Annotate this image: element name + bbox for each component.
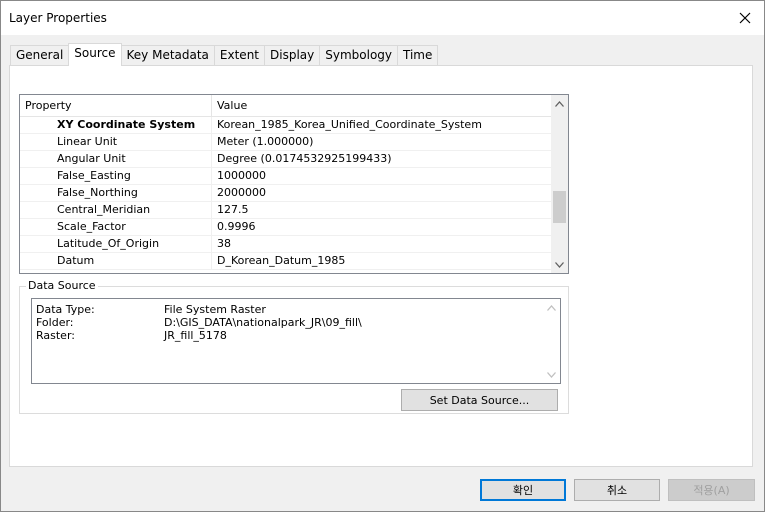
value-column-header[interactable]: Value <box>212 95 551 116</box>
property-value-cell: 127.5 <box>217 203 249 216</box>
ds-scroll-up-button[interactable] <box>543 299 560 316</box>
chevron-down-icon <box>555 261 564 268</box>
table-row[interactable]: XY Coordinate System Korean_1985_Korea_Un… <box>20 117 551 134</box>
property-name-cell: Angular Unit <box>20 151 212 167</box>
raster-value: JR_fill_5178 <box>164 329 227 342</box>
source-tab-panel: Property Value XY Coordinate System Korea… <box>9 65 753 467</box>
tab-display[interactable]: Display <box>264 45 321 66</box>
table-row[interactable]: False_Easting 1000000 <box>20 168 551 185</box>
folder-value: D:\GIS_DATA\nationalpark_JR\09_fill\ <box>164 316 362 329</box>
chevron-up-icon <box>547 304 556 311</box>
property-value-cell: 0.9996 <box>217 220 256 233</box>
chevron-up-icon <box>555 100 564 107</box>
property-grid[interactable]: Property Value XY Coordinate System Korea… <box>19 94 569 274</box>
ds-scroll-down-button[interactable] <box>543 366 560 383</box>
table-row[interactable]: Scale_Factor 0.9996 <box>20 219 551 236</box>
property-column-header[interactable]: Property <box>20 95 212 116</box>
property-value-cell: Meter (1.000000) <box>217 135 314 148</box>
data-type-value: File System Raster <box>164 303 266 316</box>
data-source-textbox[interactable]: Data Type: File System Raster Folder: D:… <box>31 298 561 384</box>
layer-properties-dialog: Layer Properties General Source Key Meta… <box>0 0 765 512</box>
property-value-cell: 1000000 <box>217 169 266 182</box>
tab-time[interactable]: Time <box>397 45 439 66</box>
table-row[interactable]: Linear Unit Meter (1.000000) <box>20 134 551 151</box>
property-name-cell: Linear Unit <box>20 134 212 150</box>
apply-button[interactable]: 적용(A) <box>668 479 755 501</box>
property-value-cell: 2000000 <box>217 186 266 199</box>
window-title: Layer Properties <box>9 11 107 25</box>
scroll-up-button[interactable] <box>551 95 568 112</box>
raster-label: Raster: <box>36 329 75 342</box>
data-source-group: Data Source Data Type: File System Raste… <box>19 279 569 414</box>
property-name-cell: False_Easting <box>20 168 212 184</box>
table-row[interactable]: Central_Meridian 127.5 <box>20 202 551 219</box>
data-source-scrollbar[interactable] <box>543 299 560 383</box>
property-name-cell: Latitude_Of_Origin <box>20 236 212 252</box>
ok-button[interactable]: 확인 <box>480 479 566 501</box>
property-value-cell: Degree (0.0174532925199433) <box>217 152 392 165</box>
data-source-legend: Data Source <box>26 279 98 292</box>
tab-extent[interactable]: Extent <box>213 45 266 66</box>
property-grid-scrollbar[interactable] <box>551 95 568 273</box>
table-row[interactable]: Angular Unit Degree (0.0174532925199433) <box>20 151 551 168</box>
folder-label: Folder: <box>36 316 74 329</box>
property-value-cell: Korean_1985_Korea_Unified_Coordinate_Sys… <box>217 118 482 131</box>
title-bar: Layer Properties <box>1 1 764 35</box>
scroll-thumb[interactable] <box>553 191 566 223</box>
property-name-cell: Central_Meridian <box>20 202 212 218</box>
table-row[interactable]: False_Northing 2000000 <box>20 185 551 202</box>
tab-strip: General Source Key Metadata Extent Displ… <box>10 43 439 66</box>
scroll-down-button[interactable] <box>551 256 568 273</box>
grid-header: Property Value <box>20 95 551 117</box>
tab-source[interactable]: Source <box>68 43 122 66</box>
property-name-cell: Scale_Factor <box>20 219 212 235</box>
property-value-cell: 38 <box>217 237 231 250</box>
set-data-source-button[interactable]: Set Data Source... <box>401 389 558 411</box>
tab-key-metadata[interactable]: Key Metadata <box>120 45 215 66</box>
property-name-cell: XY Coordinate System <box>20 117 212 133</box>
table-row[interactable]: Datum D_Korean_Datum_1985 <box>20 253 551 270</box>
tab-general[interactable]: General <box>10 45 70 66</box>
cancel-button[interactable]: 취소 <box>574 479 660 501</box>
close-icon <box>739 12 751 24</box>
chevron-down-icon <box>547 371 556 378</box>
table-row[interactable]: Latitude_Of_Origin 38 <box>20 236 551 253</box>
property-name-cell: Datum <box>20 253 212 269</box>
property-value-cell: D_Korean_Datum_1985 <box>217 254 346 267</box>
property-name-cell: False_Northing <box>20 185 212 201</box>
data-type-label: Data Type: <box>36 303 95 316</box>
close-button[interactable] <box>732 5 758 31</box>
tab-symbology[interactable]: Symbology <box>319 45 399 66</box>
grid-rows: XY Coordinate System Korean_1985_Korea_Un… <box>20 117 551 270</box>
